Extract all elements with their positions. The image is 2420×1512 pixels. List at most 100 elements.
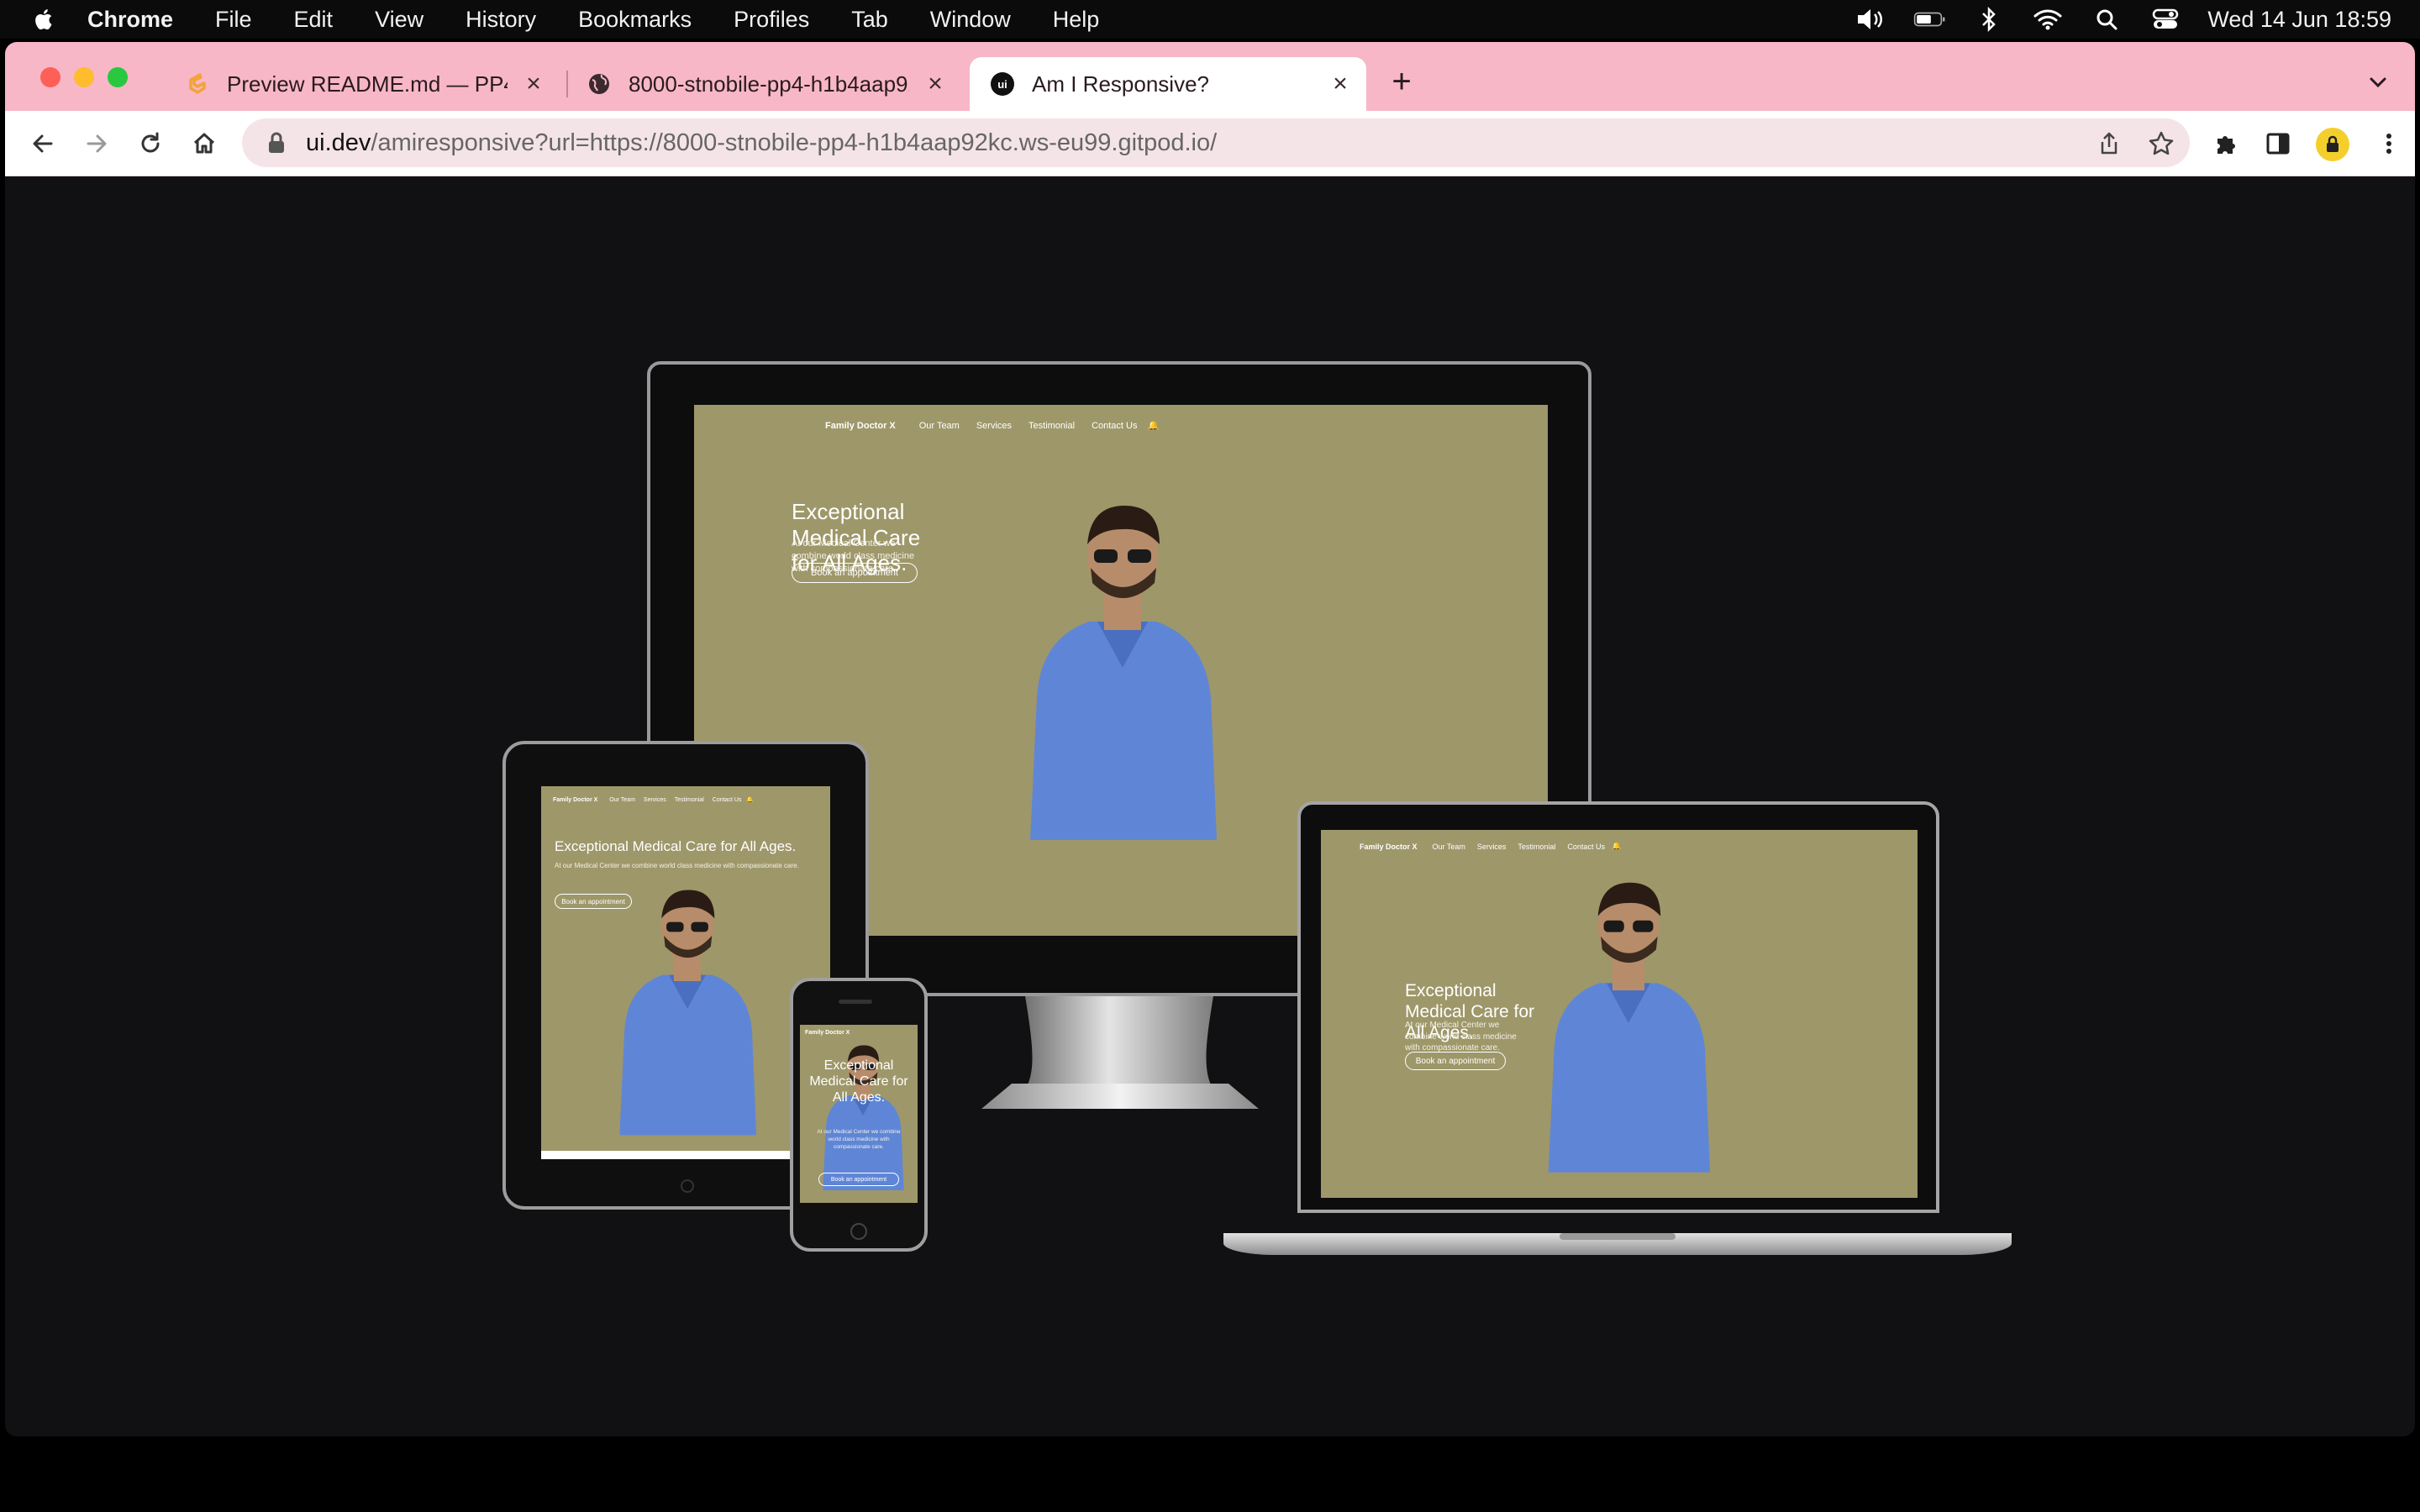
monitor-stand xyxy=(1022,996,1217,1094)
nav-services[interactable]: Services xyxy=(976,421,1012,431)
control-center-icon[interactable] xyxy=(2149,7,2182,32)
site-brand[interactable]: Family Doctor X xyxy=(553,797,597,803)
book-appointment-button[interactable]: Book an appointment xyxy=(1405,1052,1506,1070)
volume-icon[interactable] xyxy=(1854,7,1888,32)
status-area: Wed 14 Jun 18:59 xyxy=(1854,0,2420,39)
site-navbar: Family Doctor X Our Team Services Testim… xyxy=(825,420,1159,432)
tablet-home-button xyxy=(681,1179,694,1193)
hero-text: At our Medical Center we combine world c… xyxy=(817,1129,901,1150)
tablet-screen: Family Doctor X Our Team Services Testim… xyxy=(541,786,830,1159)
new-tab-button[interactable]: + xyxy=(1383,64,1420,101)
macos-menu-bar: Chrome File Edit View History Bookmarks … xyxy=(0,0,2420,39)
book-appointment-button[interactable]: Book an appointment xyxy=(792,563,918,583)
book-appointment-button[interactable]: Book an appointment xyxy=(555,894,632,909)
hero-title: Exceptional Medical Care for All Ages. xyxy=(809,1058,908,1105)
menubar-clock[interactable]: Wed 14 Jun 18:59 xyxy=(2207,7,2391,33)
zoom-window-button[interactable] xyxy=(108,67,128,87)
reload-icon[interactable] xyxy=(133,126,168,161)
menu-bookmarks[interactable]: Bookmarks xyxy=(578,7,692,33)
close-tab-icon[interactable]: × xyxy=(921,70,950,98)
close-tab-icon[interactable]: × xyxy=(519,70,548,98)
tab-search-chevron-icon[interactable] xyxy=(2363,67,2393,97)
battery-icon[interactable] xyxy=(1913,7,1947,32)
tab-strip: Preview README.md — PP4--- × 8000-stnobi… xyxy=(5,42,2415,111)
globe-icon xyxy=(587,71,612,97)
url-host: ui.dev xyxy=(306,129,371,156)
menu-help[interactable]: Help xyxy=(1053,7,1100,33)
doctor-photo xyxy=(1548,882,1711,1173)
bookmark-star-icon[interactable] xyxy=(2148,130,2175,157)
site-brand[interactable]: Family Doctor X xyxy=(825,421,896,431)
site-navbar: Family Doctor X Our Team Services Testim… xyxy=(1360,842,1621,851)
menu-profiles[interactable]: Profiles xyxy=(734,7,809,33)
url-path: /amiresponsive?url=https://8000-stnobile… xyxy=(371,129,1218,156)
close-tab-icon[interactable]: × xyxy=(1326,70,1355,98)
tab-gitpod-site[interactable]: 8000-stnobile-pp4-h1b4aap92 × xyxy=(566,57,961,111)
doctor-photo xyxy=(619,890,757,1136)
tab-am-i-responsive[interactable]: ui Am I Responsive? × xyxy=(970,57,1366,111)
laptop-mockup: Family Doctor X Our Team Services Testim… xyxy=(1297,801,1939,1213)
home-icon[interactable] xyxy=(187,126,222,161)
nav-contact-us[interactable]: Contact Us xyxy=(713,797,742,803)
bell-icon[interactable]: 🔔 xyxy=(746,796,754,803)
hero-text: At our Medical Center we combine world c… xyxy=(1405,1021,1517,1053)
bluetooth-icon[interactable] xyxy=(1972,7,2006,32)
wifi-icon[interactable] xyxy=(2031,7,2065,32)
svg-text:ui: ui xyxy=(997,78,1007,91)
site-navbar: Family Doctor X xyxy=(805,1030,850,1036)
doctor-photo xyxy=(1030,506,1217,840)
tab-readme-preview[interactable]: Preview README.md — PP4--- × xyxy=(165,57,560,111)
phone-screen: Family Doctor X Exceptional Medical Care… xyxy=(800,1025,918,1203)
nav-our-team[interactable]: Our Team xyxy=(919,421,960,431)
apple-icon[interactable] xyxy=(32,7,57,32)
nav-contact-us[interactable]: Contact Us xyxy=(1567,843,1605,851)
ui-dev-icon: ui xyxy=(990,71,1015,97)
book-appointment-button[interactable]: Book an appointment xyxy=(818,1173,899,1186)
minimize-window-button[interactable] xyxy=(74,67,94,87)
extensions-puzzle-icon[interactable] xyxy=(2208,126,2244,161)
menu-file[interactable]: File xyxy=(215,7,252,33)
nav-testimonial[interactable]: Testimonial xyxy=(1518,843,1555,851)
nav-contact-us[interactable]: Contact Us xyxy=(1092,421,1137,431)
laptop-base xyxy=(1223,1233,2012,1255)
url-text[interactable]: ui.dev/amiresponsive?url=https://8000-st… xyxy=(306,129,1217,157)
site-brand[interactable]: Family Doctor X xyxy=(1360,843,1418,851)
menu-window[interactable]: Window xyxy=(930,7,1011,33)
hero-title: Exceptional Medical Care for All Ages. xyxy=(555,838,797,854)
tablet-page-footer-strip xyxy=(541,1151,830,1159)
site-navbar: Family Doctor X Our Team Services Testim… xyxy=(553,796,754,804)
nav-our-team[interactable]: Our Team xyxy=(1433,843,1465,851)
back-arrow-icon[interactable] xyxy=(25,126,60,161)
site-brand[interactable]: Family Doctor X xyxy=(805,1030,850,1036)
hero-text: At our Medical Center we combine world c… xyxy=(555,862,799,869)
tab-title: Preview README.md — PP4--- xyxy=(227,71,508,97)
tab-title: Am I Responsive? xyxy=(1032,71,1209,97)
menu-edit[interactable]: Edit xyxy=(294,7,334,33)
phone-home-button xyxy=(850,1223,867,1240)
menu-history[interactable]: History xyxy=(466,7,536,33)
lock-icon[interactable] xyxy=(267,132,286,154)
browser-toolbar: ui.dev/amiresponsive?url=https://8000-st… xyxy=(5,111,2415,176)
menu-tab[interactable]: Tab xyxy=(851,7,888,33)
gitpod-icon xyxy=(185,71,210,97)
menu-app-name[interactable]: Chrome xyxy=(87,7,173,33)
bell-icon[interactable]: 🔔 xyxy=(1612,842,1621,851)
bell-icon[interactable]: 🔔 xyxy=(1147,420,1159,431)
forward-arrow-icon[interactable] xyxy=(79,126,114,161)
nav-services[interactable]: Services xyxy=(1477,843,1507,851)
address-bar[interactable]: ui.dev/amiresponsive?url=https://8000-st… xyxy=(242,118,2190,167)
phone-mockup: Family Doctor X Exceptional Medical Care… xyxy=(790,978,928,1252)
spotlight-icon[interactable] xyxy=(2090,7,2123,32)
nav-testimonial[interactable]: Testimonial xyxy=(675,797,704,803)
profile-avatar[interactable] xyxy=(2316,128,2349,161)
phone-speaker xyxy=(839,1000,872,1004)
more-menu-icon[interactable] xyxy=(2371,126,2407,161)
share-icon[interactable] xyxy=(2096,130,2123,157)
close-window-button[interactable] xyxy=(40,67,60,87)
menu-view[interactable]: View xyxy=(375,7,424,33)
nav-services[interactable]: Services xyxy=(644,797,666,803)
nav-our-team[interactable]: Our Team xyxy=(609,797,635,803)
laptop-screen: Family Doctor X Our Team Services Testim… xyxy=(1321,830,1918,1198)
nav-testimonial[interactable]: Testimonial xyxy=(1028,421,1075,431)
side-panel-icon[interactable] xyxy=(2260,126,2296,161)
